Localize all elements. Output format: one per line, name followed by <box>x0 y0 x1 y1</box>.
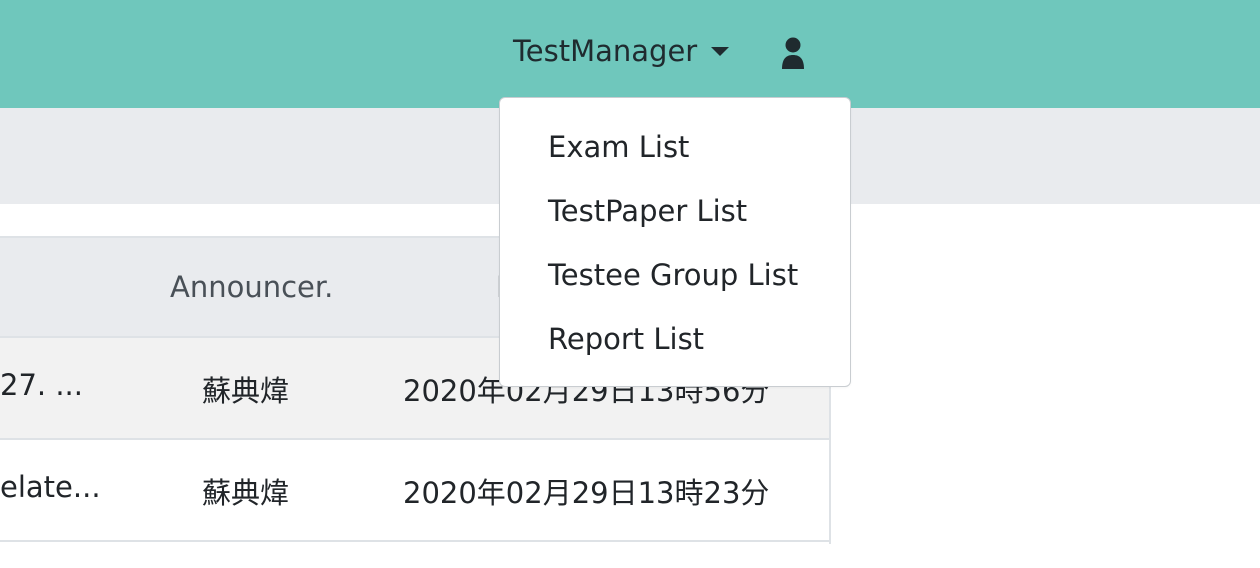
table-row[interactable]: elate... 蘇典煒 2020年02月29日13時23分 <box>0 440 830 542</box>
top-navbar: TestManager <box>0 0 1260 108</box>
dropdown-item-report-list[interactable]: Report List <box>548 322 704 356</box>
date-cell: 2020年02月29日13時23分 <box>403 476 770 510</box>
dropdown-item-testpaper-list[interactable]: TestPaper List <box>548 194 747 228</box>
announcer-cell: 蘇典煒 <box>202 476 290 510</box>
test-manager-dropdown-toggle[interactable]: TestManager <box>513 30 730 72</box>
test-manager-label: TestManager <box>513 34 698 68</box>
dropdown-item-testee-group-list[interactable]: Testee Group List <box>548 258 798 292</box>
title-cell: elate... <box>0 470 101 504</box>
announcer-cell: 蘇典煒 <box>202 374 290 408</box>
caret-down-icon <box>711 46 730 56</box>
title-cell: 27. ... <box>0 368 83 402</box>
test-manager-dropdown-menu: Exam List TestPaper List Testee Group Li… <box>499 97 851 387</box>
dropdown-item-exam-list[interactable]: Exam List <box>548 130 689 164</box>
announcer-column-header: Announcer. <box>170 270 334 304</box>
user-icon[interactable] <box>778 36 808 70</box>
